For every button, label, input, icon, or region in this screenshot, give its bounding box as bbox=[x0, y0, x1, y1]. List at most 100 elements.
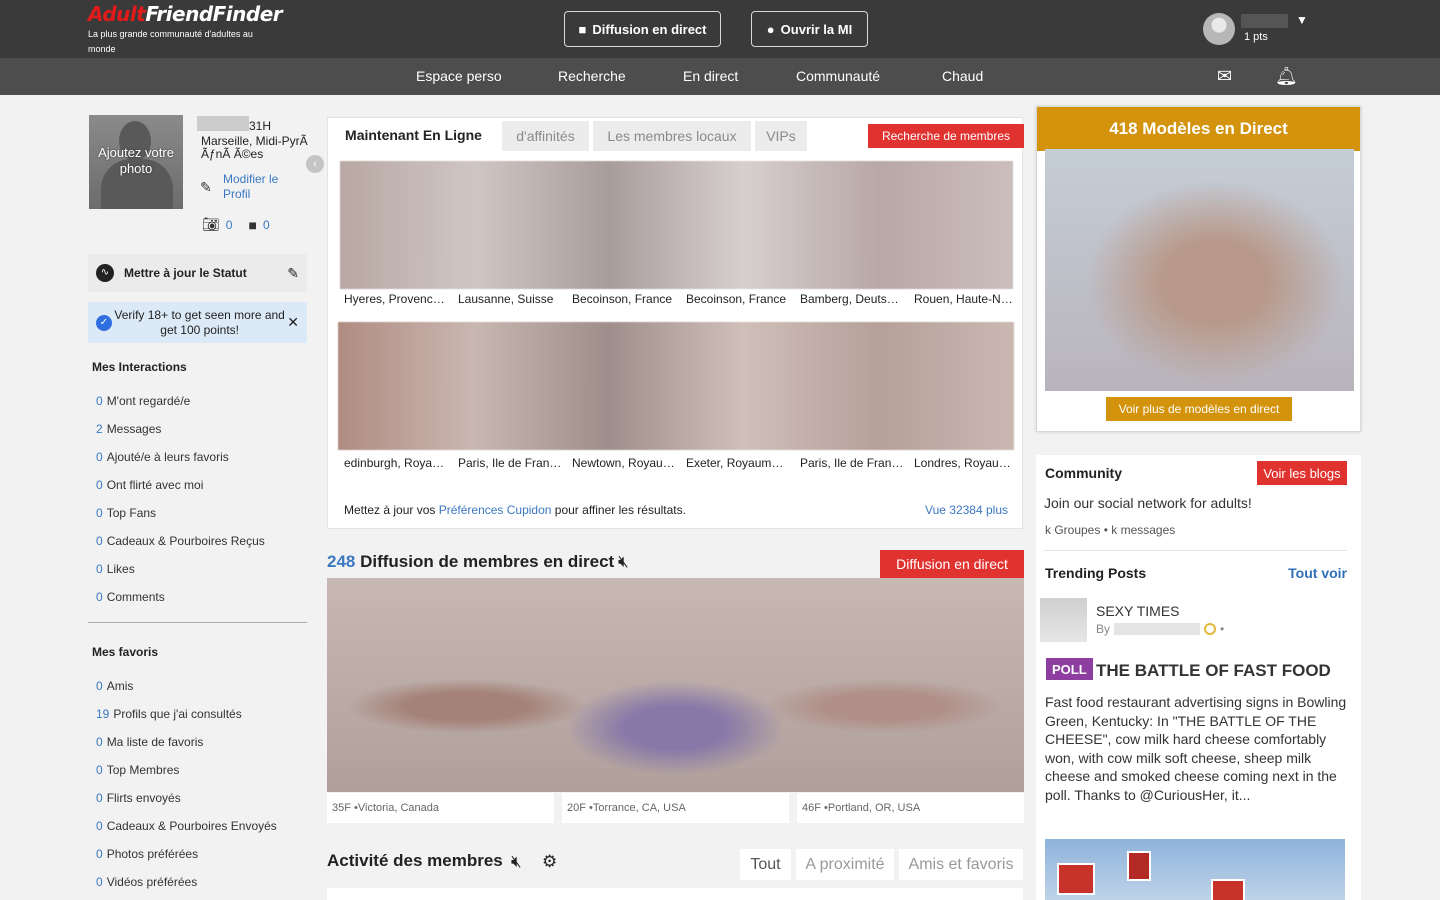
live-model-preview[interactable] bbox=[1045, 149, 1354, 391]
collapse-sidebar-button[interactable]: ‹ bbox=[306, 155, 324, 173]
nav-espace-perso[interactable]: Espace perso bbox=[416, 68, 502, 84]
envelope-icon[interactable]: ✉ bbox=[1217, 66, 1232, 87]
broadcast-live-button[interactable]: ■ Diffusion en direct bbox=[564, 11, 721, 47]
user-name-redacted[interactable] bbox=[1241, 14, 1288, 28]
camera-icon[interactable]: 📷︎ bbox=[202, 216, 220, 233]
member-city[interactable]: Lausanne, Suisse bbox=[458, 292, 562, 306]
label: M'ont regardé/e bbox=[106, 394, 191, 408]
tab-local-members[interactable]: Les membres locaux bbox=[593, 121, 751, 151]
interaction-added-favorites[interactable]: 0 Ajouté/e à leurs favoris bbox=[96, 450, 265, 478]
favorite-photos[interactable]: 0 Photos préférées bbox=[96, 847, 277, 875]
favorite-gifts-sent[interactable]: 0 Cadeaux & Pourboires Envoyés bbox=[96, 819, 277, 847]
activity-tab-nearby[interactable]: A proximité bbox=[796, 849, 894, 880]
poll-image[interactable] bbox=[1045, 839, 1345, 900]
nav-recherche[interactable]: Recherche bbox=[558, 68, 626, 84]
member-photos-row-1[interactable] bbox=[340, 161, 1013, 289]
favorite-top-members[interactable]: 0 Top Membres bbox=[96, 763, 277, 791]
interaction-comments[interactable]: 0 Comments bbox=[96, 590, 265, 618]
live-video-preview[interactable] bbox=[327, 578, 1024, 792]
post-thumbnail[interactable] bbox=[1040, 598, 1087, 642]
member-city[interactable]: Hyeres, Provence-Alpes bbox=[344, 292, 448, 306]
activity-tab-friends[interactable]: Amis et favoris bbox=[899, 849, 1023, 880]
member-city[interactable]: Becoinson, France bbox=[572, 292, 676, 306]
broadcast-live-red-button[interactable]: Diffusion en direct bbox=[880, 550, 1024, 578]
profile-location: Marseille, Midi-PyrÃ ÃƒnÃ Ã©es bbox=[201, 134, 308, 161]
video-icon[interactable]: ■ bbox=[248, 217, 256, 233]
gear-icon[interactable]: ⚙ bbox=[542, 852, 557, 872]
wendys-sign-image bbox=[1211, 879, 1245, 900]
tab-affinities[interactable]: d'affinités bbox=[502, 121, 589, 151]
live-count: 248 bbox=[327, 552, 356, 571]
interaction-gifts-received[interactable]: 0 Cadeaux & Pourboires Reçus bbox=[96, 534, 265, 562]
cupid-preferences-link[interactable]: Préférences Cupidon bbox=[439, 503, 552, 517]
user-avatar[interactable] bbox=[1203, 13, 1235, 45]
chevron-down-icon[interactable]: ▼ bbox=[1296, 13, 1308, 27]
groups-count[interactable]: k Groupes bbox=[1045, 523, 1100, 537]
label: Flirts envoyés bbox=[106, 791, 181, 805]
favorite-list[interactable]: 0 Ma liste de favoris bbox=[96, 735, 277, 763]
update-status-bar[interactable]: ∿ Mettre à jour le Statut ✎ bbox=[88, 254, 307, 292]
member-city[interactable]: edinburgh, Royaume-Uni bbox=[344, 456, 448, 470]
more-models-button[interactable]: Voir plus de modèles en direct bbox=[1106, 397, 1292, 421]
profile-photo-placeholder[interactable]: Ajoutez votre photo bbox=[89, 115, 183, 209]
nav-en-direct[interactable]: En direct bbox=[683, 68, 738, 84]
interaction-top-fans[interactable]: 0 Top Fans bbox=[96, 506, 265, 534]
member-photos-row-2[interactable] bbox=[338, 322, 1014, 450]
interaction-messages[interactable]: 2 Messages bbox=[96, 422, 265, 450]
favorite-viewed-profiles[interactable]: 19 Profils que j'ai consultés bbox=[96, 707, 277, 735]
member-search-button[interactable]: Recherche de membres bbox=[868, 124, 1024, 148]
member-city[interactable]: Paris, Ile de France bbox=[800, 456, 904, 470]
messages-count[interactable]: k messages bbox=[1111, 523, 1175, 537]
tab-vips[interactable]: VIPs bbox=[755, 121, 807, 151]
photo-count[interactable]: 0 bbox=[226, 218, 233, 232]
edit-profile-link[interactable]: Modifier le Profil bbox=[223, 172, 308, 202]
mute-icon[interactable]: 🔇︎ bbox=[511, 852, 522, 872]
favorite-flirts-sent[interactable]: 0 Flirts envoyés bbox=[96, 791, 277, 819]
member-city[interactable]: Bamberg, Deutschland bbox=[800, 292, 904, 306]
author-redacted[interactable] bbox=[1114, 623, 1201, 635]
broadcast-live-label: Diffusion en direct bbox=[592, 21, 707, 37]
profile-age-sex: 31H bbox=[249, 119, 272, 133]
view-more-link[interactable]: Vue 32384 plus bbox=[925, 503, 1008, 517]
member-city[interactable]: Becoinson, France bbox=[686, 292, 790, 306]
label: Photos préférées bbox=[106, 847, 199, 861]
count: 0 bbox=[96, 394, 103, 408]
kfc-sign-image bbox=[1057, 863, 1095, 895]
live-member-card[interactable]: 35F •Victoria, Canada bbox=[327, 793, 554, 823]
favorite-videos[interactable]: 0 Vidéos préférées bbox=[96, 875, 277, 900]
favorite-friends[interactable]: 0 Amis bbox=[96, 679, 277, 707]
site-logo[interactable]: AdultFriendFinder La plus grande communa… bbox=[88, 2, 283, 57]
interaction-viewed-me[interactable]: 0 M'ont regardé/e bbox=[96, 394, 265, 422]
member-city[interactable]: Exeter, Royaume-Uni bbox=[686, 456, 790, 470]
tab-online-now[interactable]: Maintenant En Ligne bbox=[329, 121, 498, 151]
interaction-likes[interactable]: 0 Likes bbox=[96, 562, 265, 590]
nav-chaud[interactable]: Chaud bbox=[942, 68, 983, 84]
favorites-title: Mes favoris bbox=[92, 645, 159, 659]
open-im-button[interactable]: ● Ouvrir la MI bbox=[751, 11, 868, 47]
member-city[interactable]: Londres, Royaume-Uni bbox=[914, 456, 1018, 470]
logo-tagline: La plus grande communauté d'adultes au m… bbox=[88, 29, 253, 54]
video-count[interactable]: 0 bbox=[263, 218, 270, 232]
close-icon[interactable]: ✕ bbox=[287, 314, 299, 331]
post-title[interactable]: SEXY TIMES bbox=[1096, 603, 1180, 619]
member-city[interactable]: Newtown, Royaume-Uni bbox=[572, 456, 676, 470]
poll-title[interactable]: THE BATTLE OF FAST FOOD bbox=[1096, 661, 1331, 681]
activity-tab-all[interactable]: Tout bbox=[740, 849, 791, 880]
member-city[interactable]: Paris, Ile de France bbox=[458, 456, 562, 470]
interaction-flirted[interactable]: 0 Ont flirté avec moi bbox=[96, 478, 265, 506]
mute-icon[interactable]: 🔇︎ bbox=[618, 552, 629, 572]
bell-icon[interactable]: 🔔︎ bbox=[1275, 66, 1298, 87]
label: Ont flirté avec moi bbox=[106, 478, 204, 492]
live-member-card[interactable]: 46F •Portland, OR, USA bbox=[797, 793, 1024, 823]
member-city[interactable]: Rouen, Haute-Normandie bbox=[914, 292, 1018, 306]
nav-communaute[interactable]: Communauté bbox=[796, 68, 880, 84]
live-member-card[interactable]: 20F •Torrance, CA, USA bbox=[562, 793, 789, 823]
see-all-link[interactable]: Tout voir bbox=[1288, 565, 1347, 581]
verify-banner[interactable]: ✓ Verify 18+ to get seen more and get 10… bbox=[88, 302, 307, 343]
view-blogs-button[interactable]: Voir les blogs bbox=[1257, 461, 1347, 485]
count: 0 bbox=[96, 478, 103, 492]
label: Comments bbox=[106, 590, 165, 604]
count: 0 bbox=[96, 590, 103, 604]
edit-icon[interactable]: ✎ bbox=[287, 265, 299, 282]
video-camera-icon: ■ bbox=[578, 21, 587, 37]
